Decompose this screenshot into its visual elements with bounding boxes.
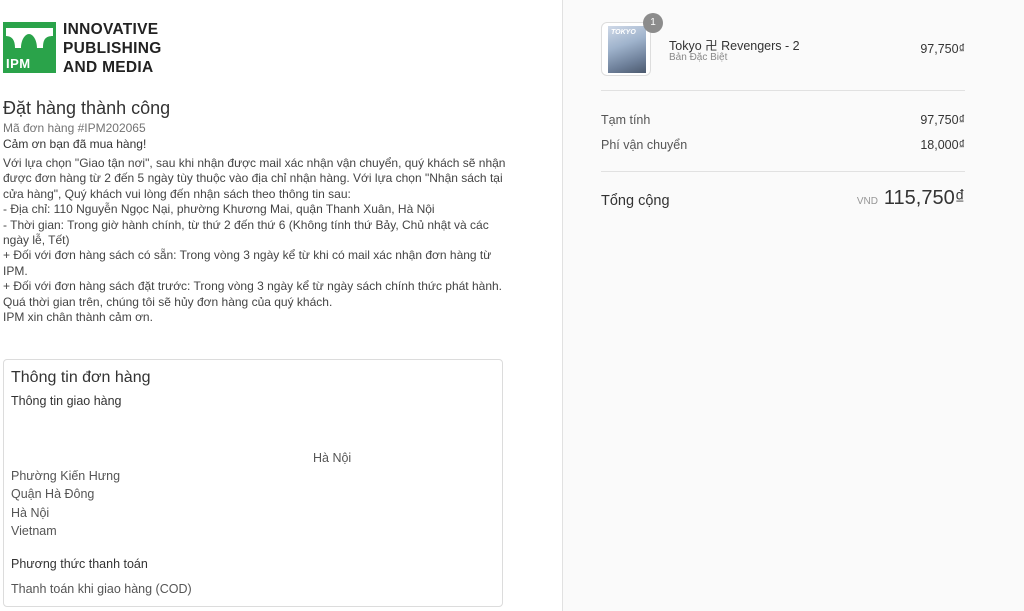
delivery-notice: Với lựa chọn "Giao tận nơi", sau khi nhậ… <box>3 156 513 325</box>
address-district: Quận Hà Đông <box>11 487 95 501</box>
order-number: Mã đơn hàng #IPM202065 <box>3 121 146 135</box>
subtotal-value: 97,750₫ <box>920 113 965 127</box>
shipping-fee-label: Phí vận chuyển <box>601 138 688 152</box>
order-info-box: Thông tin đơn hàng Thông tin giao hàng H… <box>3 359 503 607</box>
order-info-title: Thông tin đơn hàng <box>11 369 151 386</box>
divider <box>601 171 965 172</box>
notice-paragraph: Quá thời gian trên, chúng tôi sẽ hủy đơn… <box>3 294 333 309</box>
address-city: Hà Nội <box>11 506 50 520</box>
notice-paragraph: + Đối với đơn hàng sách đặt trước: Trong… <box>3 279 502 294</box>
ipm-logo-mark: IPM <box>3 22 56 73</box>
thank-you-message: Cảm ơn bạn đã mua hàng! <box>3 137 147 151</box>
total-currency: VND <box>856 196 878 207</box>
subtotal-label: Tạm tính <box>601 113 651 127</box>
notice-paragraph: IPM xin chân thành cảm ơn. <box>3 310 153 325</box>
total-label: Tổng cộng <box>601 193 670 209</box>
book-cover-image: TOKYO <box>608 26 646 73</box>
order-confirmation-panel: IPM INNOVATIVE PUBLISHING AND MEDIA Đặt … <box>0 0 562 611</box>
page-title: Đặt hàng thành công <box>3 98 171 118</box>
payment-method-title: Phương thức thanh toán <box>11 557 148 571</box>
shipping-fee-value: 18,000₫ <box>920 138 965 152</box>
product-price: 97,750₫ <box>920 42 965 56</box>
shipping-info-title: Thông tin giao hàng <box>11 394 122 408</box>
order-summary-panel: TOKYO 1 Tokyo 卍 Revengers - 2 Bản Đặc Bi… <box>562 0 1024 611</box>
notice-paragraph: + Đối với đơn hàng sách có sẵn: Trong vò… <box>3 248 492 278</box>
address-country: Vietnam <box>11 524 57 538</box>
payment-method-value: Thanh toán khi giao hàng (COD) <box>11 582 192 596</box>
notice-paragraph: - Thời gian: Trong giờ hành chính, từ th… <box>3 217 489 248</box>
product-variant: Bản Đặc Biệt <box>669 52 728 63</box>
address-city-line: Hà Nội <box>313 451 352 465</box>
publisher-name: INNOVATIVE PUBLISHING AND MEDIA <box>63 21 162 76</box>
total-value: 115,750₫ <box>883 187 965 209</box>
address-ward: Phường Kiến Hưng <box>11 469 121 483</box>
divider <box>601 90 965 91</box>
notice-paragraph: Với lựa chọn "Giao tận nơi", sau khi nhậ… <box>3 156 506 201</box>
product-thumbnail: TOKYO <box>601 22 651 76</box>
notice-paragraph: - Địa chỉ: 110 Nguyễn Ngọc Nại, phường K… <box>3 202 435 217</box>
quantity-badge: 1 <box>643 13 663 33</box>
